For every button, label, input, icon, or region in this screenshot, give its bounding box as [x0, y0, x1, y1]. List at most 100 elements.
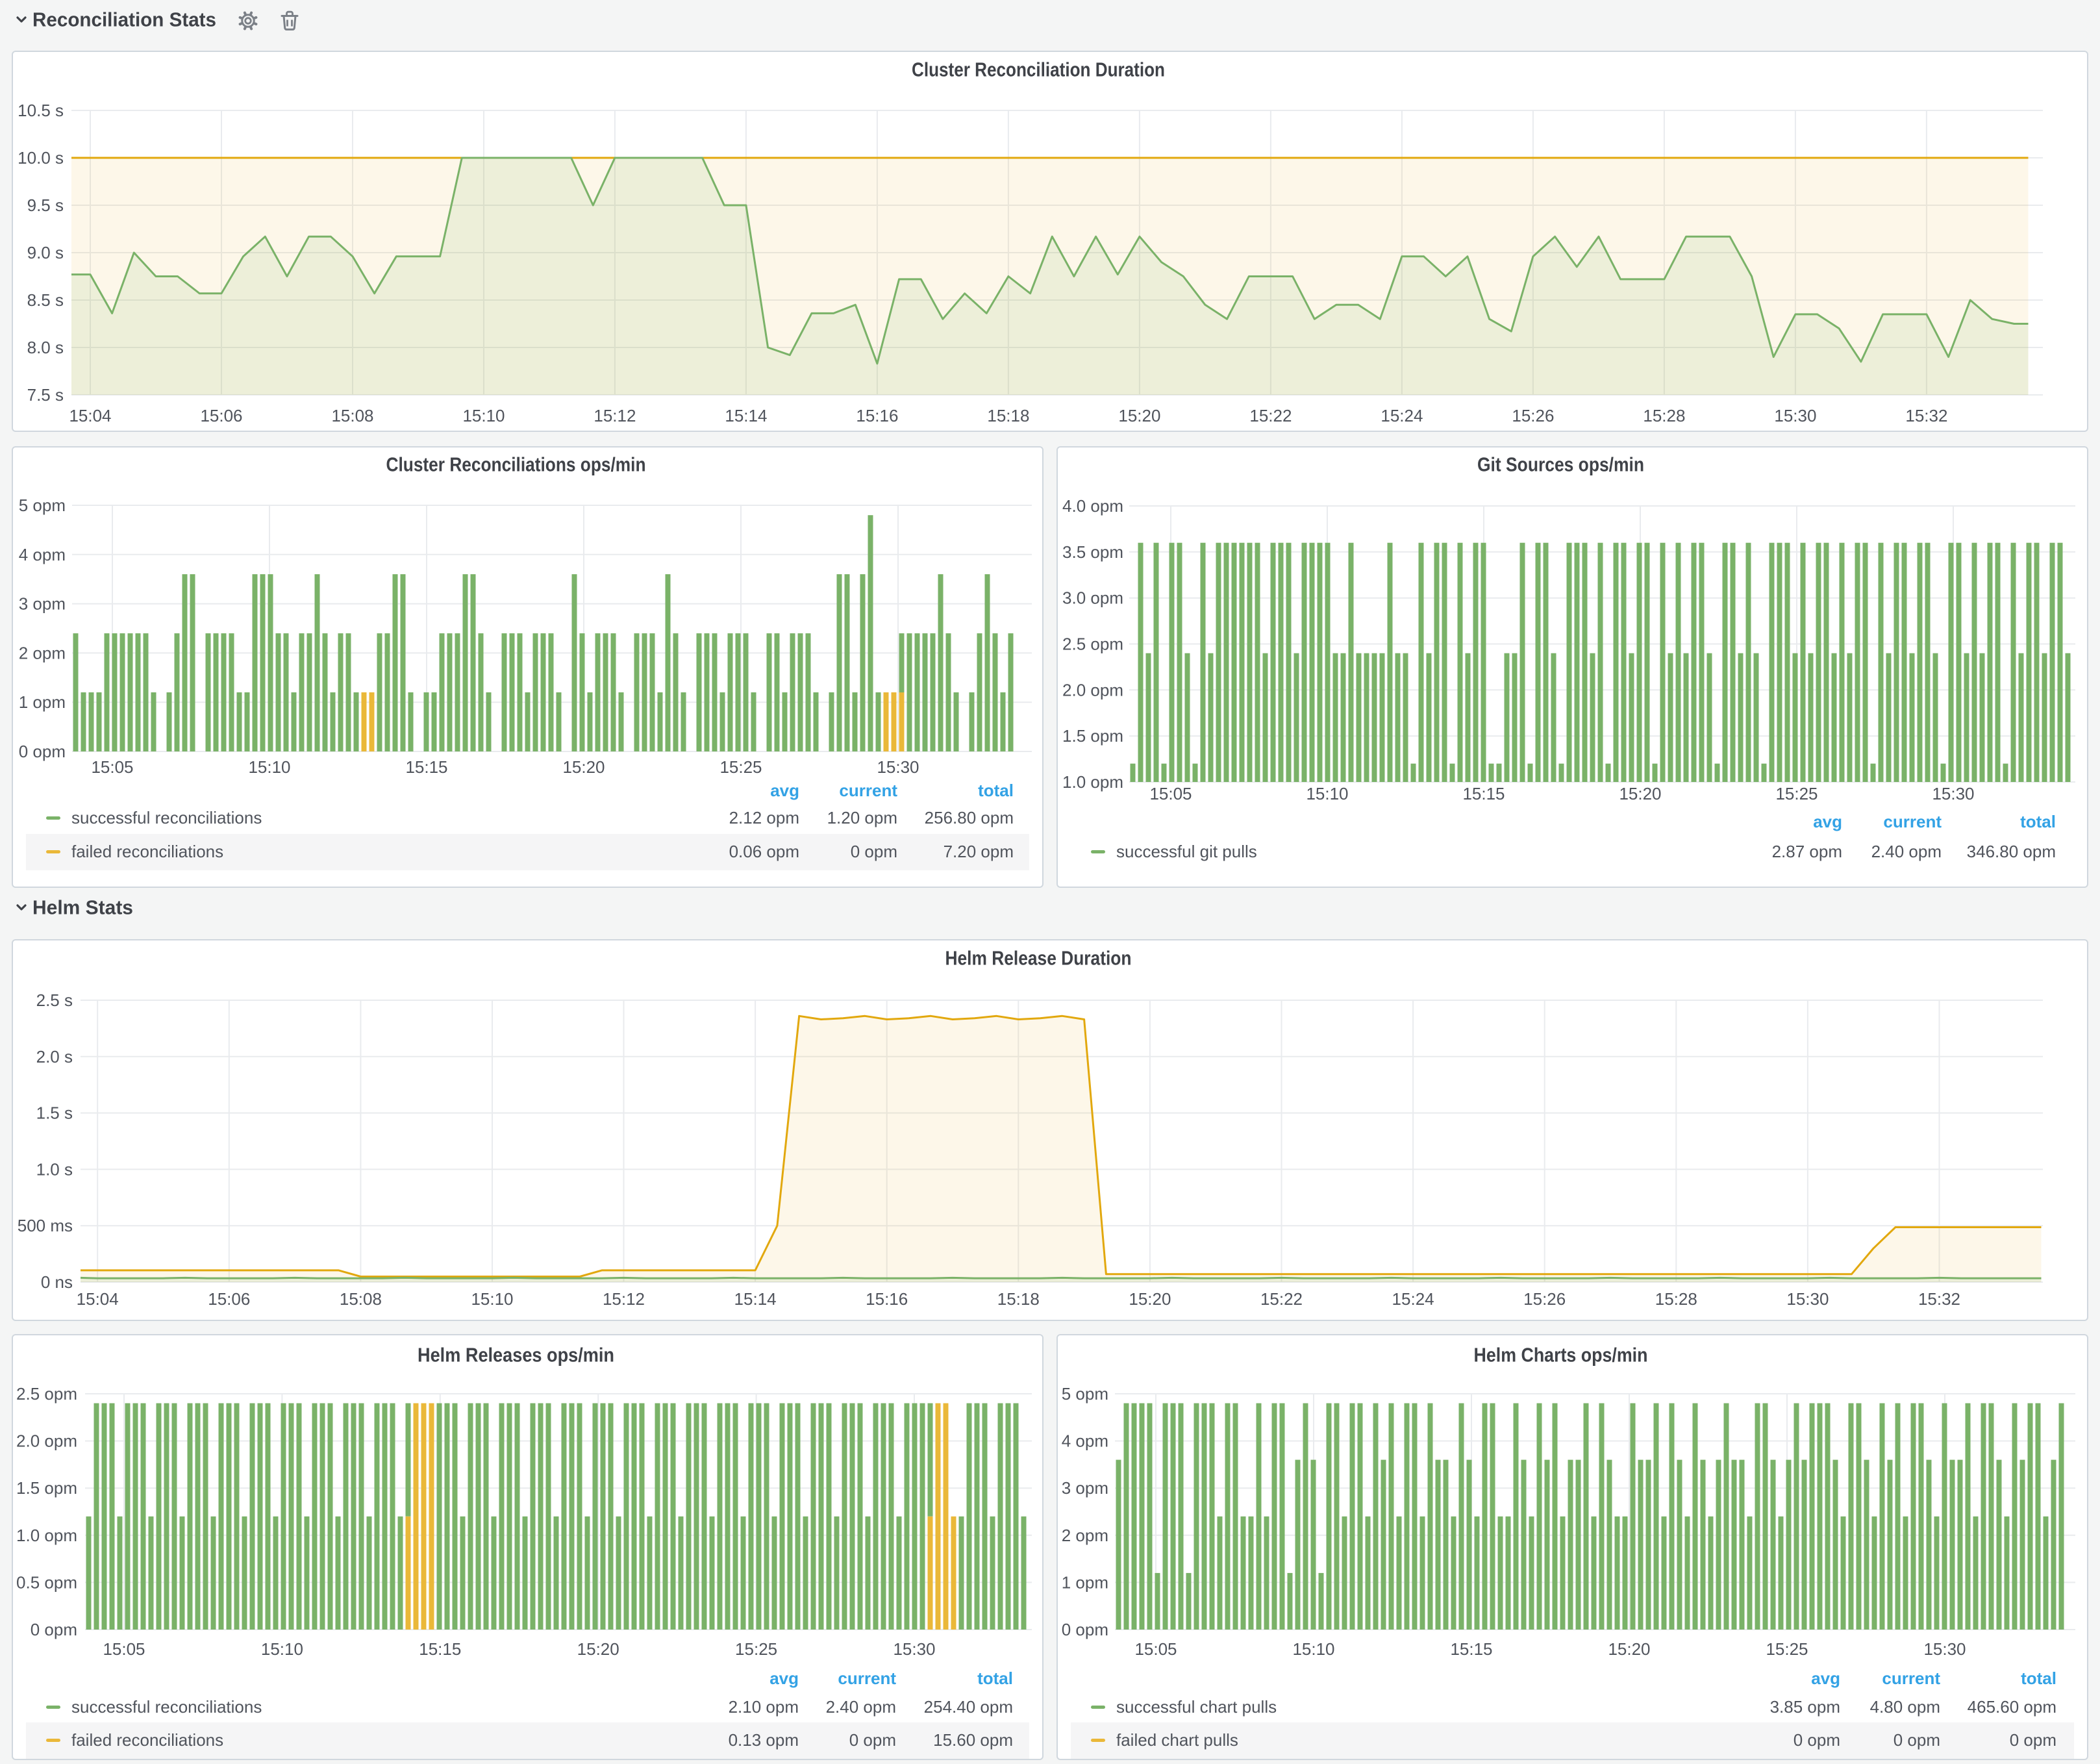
svg-text:successful chart pulls: successful chart pulls: [1116, 1697, 1277, 1717]
svg-text:7.20 opm: 7.20 opm: [944, 842, 1014, 861]
svg-text:0 opm: 0 opm: [1794, 1730, 1840, 1750]
svg-text:9.0 s: 9.0 s: [27, 243, 64, 262]
svg-text:15:28: 15:28: [1655, 1289, 1697, 1309]
svg-text:2.5 opm: 2.5 opm: [1062, 635, 1123, 654]
svg-text:15:10: 15:10: [1306, 784, 1348, 803]
svg-text:1.0 opm: 1.0 opm: [1062, 772, 1123, 792]
svg-text:Cluster Reconciliations ops/mi: Cluster Reconciliations ops/min: [386, 453, 646, 476]
svg-text:1 opm: 1 opm: [1062, 1572, 1108, 1592]
svg-text:15:24: 15:24: [1381, 406, 1423, 425]
svg-text:4.0 opm: 4.0 opm: [1062, 496, 1123, 516]
svg-text:15:28: 15:28: [1643, 406, 1685, 425]
svg-text:total: total: [978, 781, 1014, 800]
svg-text:4.80 opm: 4.80 opm: [1870, 1697, 1940, 1717]
svg-text:15:04: 15:04: [69, 406, 111, 425]
svg-text:2.0 s: 2.0 s: [36, 1047, 73, 1066]
svg-text:15:16: 15:16: [866, 1289, 908, 1309]
svg-text:2.0 opm: 2.0 opm: [16, 1431, 77, 1451]
svg-text:successful git pulls: successful git pulls: [1116, 842, 1257, 861]
svg-text:15:10: 15:10: [462, 406, 505, 425]
svg-text:0 opm: 0 opm: [1894, 1730, 1940, 1750]
svg-text:0.06 opm: 0.06 opm: [729, 842, 799, 861]
svg-text:successful reconciliations: successful reconciliations: [71, 1697, 262, 1717]
svg-text:15:18: 15:18: [987, 406, 1029, 425]
svg-text:15:30: 15:30: [1923, 1639, 1966, 1659]
svg-text:0 opm: 0 opm: [849, 1730, 896, 1750]
svg-text:15:05: 15:05: [103, 1639, 145, 1659]
svg-text:15:30: 15:30: [1786, 1289, 1829, 1309]
svg-text:3 opm: 3 opm: [1062, 1478, 1108, 1498]
svg-text:current: current: [1883, 812, 1942, 831]
svg-text:4 opm: 4 opm: [1062, 1431, 1108, 1451]
svg-text:2.40 opm: 2.40 opm: [1871, 842, 1942, 861]
svg-text:current: current: [839, 781, 897, 800]
svg-text:15:32: 15:32: [1905, 406, 1947, 425]
svg-text:Helm Release Duration: Helm Release Duration: [945, 947, 1132, 970]
svg-text:avg: avg: [1813, 812, 1842, 831]
svg-text:2.87 opm: 2.87 opm: [1772, 842, 1842, 861]
svg-text:2.5 opm: 2.5 opm: [16, 1384, 77, 1404]
svg-text:465.60 opm: 465.60 opm: [1968, 1697, 2056, 1717]
svg-text:7.5 s: 7.5 s: [27, 385, 64, 405]
svg-text:total: total: [2020, 812, 2056, 831]
svg-text:15:24: 15:24: [1392, 1289, 1434, 1309]
svg-text:15:30: 15:30: [893, 1639, 935, 1659]
svg-text:8.5 s: 8.5 s: [27, 290, 64, 310]
svg-text:15:20: 15:20: [562, 757, 605, 777]
svg-text:15:10: 15:10: [248, 757, 290, 777]
svg-text:15:22: 15:22: [1260, 1289, 1303, 1309]
svg-text:1.5 s: 1.5 s: [36, 1103, 73, 1123]
svg-text:15:04: 15:04: [77, 1289, 119, 1309]
svg-text:Helm Releases ops/min: Helm Releases ops/min: [418, 1344, 614, 1367]
svg-text:15:08: 15:08: [331, 406, 373, 425]
svg-text:2.0 opm: 2.0 opm: [1062, 680, 1123, 699]
svg-text:15:08: 15:08: [340, 1289, 382, 1309]
svg-text:15:26: 15:26: [1512, 406, 1554, 425]
svg-text:15:20: 15:20: [1608, 1639, 1650, 1659]
svg-text:failed chart pulls: failed chart pulls: [1116, 1730, 1238, 1750]
svg-text:346.80 opm: 346.80 opm: [1967, 842, 2056, 861]
svg-text:15:25: 15:25: [719, 757, 762, 777]
svg-text:15:25: 15:25: [1775, 784, 1818, 803]
svg-text:10.0 s: 10.0 s: [18, 148, 64, 168]
svg-text:15:12: 15:12: [594, 406, 636, 425]
svg-text:256.80 opm: 256.80 opm: [925, 808, 1014, 827]
svg-text:15:30: 15:30: [877, 757, 919, 777]
svg-text:15:30: 15:30: [1774, 406, 1816, 425]
svg-text:15:20: 15:20: [577, 1639, 619, 1659]
svg-text:Reconciliation Stats: Reconciliation Stats: [32, 8, 216, 31]
svg-text:15:18: 15:18: [997, 1289, 1040, 1309]
svg-text:3.5 opm: 3.5 opm: [1062, 542, 1123, 562]
svg-text:2.40 opm: 2.40 opm: [826, 1697, 896, 1717]
svg-text:15:06: 15:06: [200, 406, 242, 425]
svg-text:avg: avg: [769, 1669, 799, 1688]
svg-text:15:15: 15:15: [419, 1639, 461, 1659]
svg-text:failed reconciliations: failed reconciliations: [71, 842, 223, 861]
svg-text:15:14: 15:14: [725, 406, 767, 425]
svg-text:1.0 s: 1.0 s: [36, 1159, 73, 1179]
svg-text:9.5 s: 9.5 s: [27, 195, 64, 215]
svg-text:2 opm: 2 opm: [1062, 1526, 1108, 1545]
svg-text:15:15: 15:15: [1450, 1639, 1492, 1659]
svg-text:15:05: 15:05: [1149, 784, 1192, 803]
svg-text:15:10: 15:10: [1292, 1639, 1334, 1659]
svg-text:0.13 opm: 0.13 opm: [729, 1730, 799, 1750]
svg-text:0 opm: 0 opm: [2010, 1730, 2056, 1750]
svg-text:15:32: 15:32: [1918, 1289, 1960, 1309]
svg-text:1.5 opm: 1.5 opm: [1062, 726, 1123, 746]
svg-text:current: current: [838, 1669, 896, 1688]
svg-text:254.40 opm: 254.40 opm: [924, 1697, 1013, 1717]
svg-text:3.0 opm: 3.0 opm: [1062, 588, 1123, 608]
svg-text:1 opm: 1 opm: [19, 692, 66, 712]
svg-text:15:05: 15:05: [1134, 1639, 1177, 1659]
svg-text:15:10: 15:10: [471, 1289, 513, 1309]
svg-text:15:20: 15:20: [1129, 1289, 1171, 1309]
svg-text:2 opm: 2 opm: [19, 643, 66, 662]
svg-text:0 opm: 0 opm: [851, 842, 897, 861]
svg-text:0 ns: 0 ns: [41, 1272, 73, 1292]
svg-text:2.12 opm: 2.12 opm: [729, 808, 799, 827]
svg-text:3 opm: 3 opm: [19, 594, 66, 614]
svg-text:15:14: 15:14: [734, 1289, 777, 1309]
svg-text:Cluster Reconciliation Duratio: Cluster Reconciliation Duration: [912, 58, 1165, 81]
svg-text:15:05: 15:05: [91, 757, 133, 777]
